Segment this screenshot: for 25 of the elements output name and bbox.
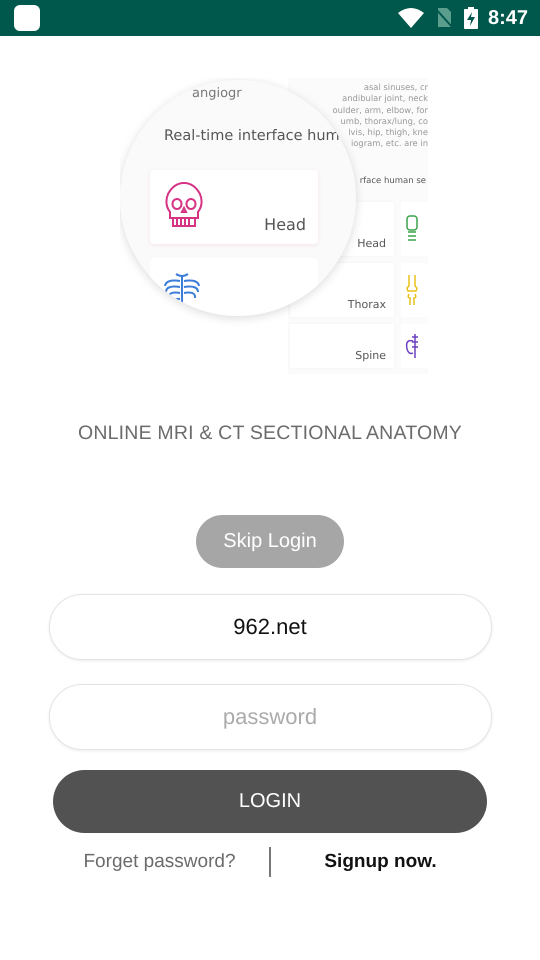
login-button[interactable]: LOGIN bbox=[53, 770, 487, 833]
status-time: 8:47 bbox=[488, 6, 528, 30]
description-line: oulder, arm, elbow, for bbox=[332, 104, 428, 116]
wifi-icon bbox=[398, 8, 424, 28]
description-line: asal sinuses, cr bbox=[364, 82, 428, 94]
password-field[interactable]: password bbox=[48, 684, 492, 750]
app-icon bbox=[14, 5, 40, 31]
signup-link[interactable]: Signup now. bbox=[270, 851, 490, 873]
app-title: ONLINE MRI & CT SECTIONAL ANATOMY bbox=[78, 422, 462, 445]
skull-icon bbox=[164, 182, 204, 228]
knee-joint-icon bbox=[405, 274, 419, 306]
forgot-password-link[interactable]: Forget password? bbox=[50, 851, 269, 873]
tile-label: Head bbox=[357, 237, 386, 250]
tile-label: Spine bbox=[355, 349, 386, 362]
magnified-text: angiogr bbox=[192, 86, 242, 101]
tile-label: Thorax bbox=[348, 298, 386, 311]
preview-subtitle: rface human se bbox=[360, 176, 426, 186]
description-line: umb, thorax/lung, co bbox=[340, 116, 428, 128]
magnified-heading: Real-time interface hum bbox=[164, 128, 340, 144]
description-line: lvis, hip, thigh, kne bbox=[348, 127, 428, 138]
description-line: andibular joint, neck bbox=[342, 93, 428, 105]
username-field[interactable]: 962.net bbox=[48, 594, 492, 660]
tile-label: Head bbox=[264, 215, 306, 234]
description-line: iogram, etc. are in bbox=[350, 138, 428, 150]
battery-charging-icon bbox=[464, 7, 478, 29]
